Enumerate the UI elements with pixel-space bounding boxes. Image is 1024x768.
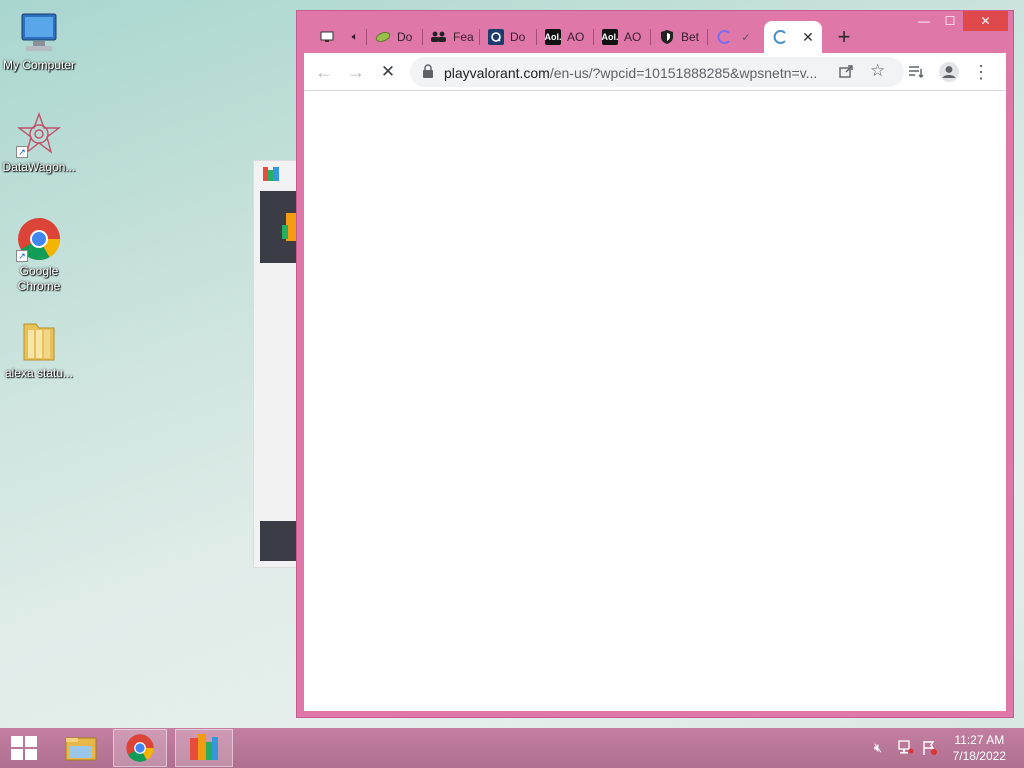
chrome-window[interactable]: 🔈︎ Do Fea Do Aol. AO Aol. AO Bet ✓ ✕ + —… [296,10,1014,718]
tab-audio[interactable]: 🔈︎ [339,21,367,53]
desktop-icon-google-chrome[interactable]: ↗ Google Chrome [0,216,78,294]
desktop-icon-label: My Computer [2,58,76,72]
minimize-button[interactable]: — [911,11,937,31]
loading-icon [772,29,788,45]
desktop-icon-label: DataWagon... [2,160,76,174]
tab-title: Bet [681,30,700,44]
browser-toolbar: ← → ✕ playvalorant.com/en-us/?wpcid=1015… [304,53,1006,91]
url-domain: playvalorant.com [444,65,550,81]
share-icon[interactable] [838,63,854,84]
maximize-button[interactable]: ☐ [937,11,963,31]
aol-icon: Aol. [545,29,562,45]
windows-logo-icon [11,736,37,760]
address-bar[interactable]: playvalorant.com/en-us/?wpcid=1015188828… [410,57,904,87]
taskbar-file-explorer[interactable] [52,729,110,767]
speaker-icon: 🔈︎ [351,30,359,43]
loading-icon [716,29,732,45]
back-button[interactable]: ← [310,58,338,86]
tab-title: Do [510,30,526,44]
tab-title: Fea [453,30,474,44]
tab-aol-2[interactable]: Aol. AO [594,21,651,53]
close-tab-icon[interactable]: ✕ [800,29,816,45]
new-tab-button[interactable]: + [831,25,857,51]
menu-kebab-icon[interactable]: ⋮ [967,58,995,86]
shield-icon [659,29,675,45]
tab-do-2[interactable]: Do [480,21,537,53]
chrome-icon: ↗ [16,216,62,262]
desktop-icon-alexa-folder[interactable]: alexa statu... [0,318,78,381]
computer-icon [16,10,62,56]
tab-monitor[interactable] [311,21,339,53]
tab-features[interactable]: Fea [423,21,480,53]
start-button[interactable] [0,729,48,767]
datawagon-icon: ↗ [16,111,62,158]
leaf-icon [375,29,391,45]
search-q-icon [488,29,504,45]
taskbar-chrome[interactable] [113,729,167,767]
lock-icon [422,64,434,84]
tab-title: Do [397,30,413,44]
action-center-flag-icon[interactable] [922,740,938,759]
aol-icon: Aol. [602,29,619,45]
people-icon [431,29,447,45]
tab-aol-1[interactable]: Aol. AO [537,21,594,53]
stop-loading-button[interactable]: ✕ [374,58,402,86]
tab-playvalorant-active[interactable]: ✕ [764,21,822,53]
close-window-button[interactable]: ✕ [963,11,1008,31]
clock-time: 11:27 AM [954,733,1005,747]
url-path: /en-us/?wpcid=10151888285&wpsnetn=v... [549,65,818,81]
forward-button[interactable]: → [342,58,370,86]
network-icon[interactable] [898,740,914,757]
reading-list-icon[interactable] [902,58,930,86]
system-clock[interactable]: 11:27 AM 7/18/2022 [953,732,1006,764]
app-logo-icon [263,167,279,181]
desktop-icon-my-computer[interactable]: My Computer [0,10,78,73]
chrome-icon [126,734,154,762]
tab-do-1[interactable]: Do [367,21,423,53]
app-logo-icon [190,734,218,760]
tab-bet[interactable]: Bet [651,21,708,53]
taskbar-app[interactable] [175,729,233,767]
profile-avatar-icon[interactable] [935,58,963,86]
page-content-area[interactable] [304,91,1006,711]
tab-strip: 🔈︎ Do Fea Do Aol. AO Aol. AO Bet ✓ ✕ + —… [297,11,1013,53]
tab-title: AO [624,30,642,44]
desktop-icon-label: alexa statu... [4,366,74,380]
tab-loading-1[interactable]: ✓ [708,21,764,53]
bookmark-star-icon[interactable]: ☆ [870,61,885,81]
desktop-icon-datawagon[interactable]: ↗ DataWagon... [0,111,78,175]
folder-icon [16,318,62,364]
taskbar: 🔇︎ 11:27 AM 7/18/2022 [0,728,1024,768]
tab-title: AO [567,30,585,44]
file-explorer-icon [65,737,97,761]
volume-muted-icon[interactable]: 🔇︎ [874,740,882,756]
check-icon: ✓ [741,31,751,44]
clock-date: 7/18/2022 [952,749,1006,763]
monitor-icon [319,29,335,45]
url-text: playvalorant.com/en-us/?wpcid=1015188828… [444,65,817,81]
desktop-icon-label: Google Chrome [17,264,61,293]
